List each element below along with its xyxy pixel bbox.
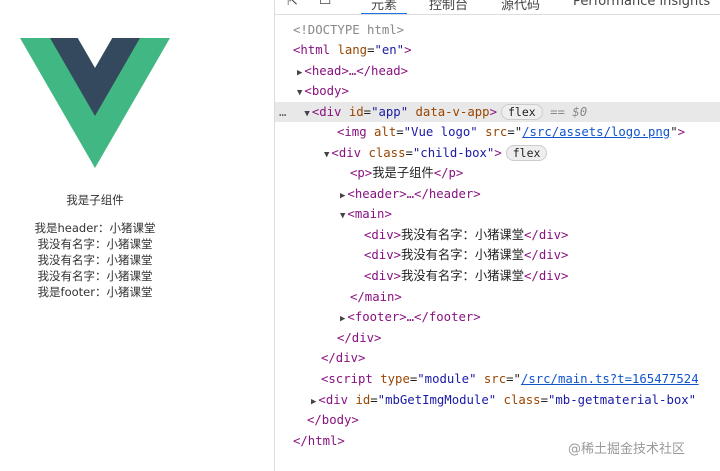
vue-logo: [20, 38, 170, 168]
devtools-panel: ⇱ ▭ 元素 控制台 源代码 Performance insights <!DO…: [275, 0, 720, 471]
tag: <div>: [364, 248, 402, 262]
tag: <main>: [347, 207, 392, 221]
expand-triangle-icon[interactable]: ▶: [297, 68, 302, 78]
main-item: 我没有名字：小猪课堂: [37, 269, 153, 283]
tag: <img: [337, 125, 367, 139]
text-node: 我没有名字：小猪课堂: [401, 269, 525, 283]
attr-value: "mbGetImgModule": [377, 393, 497, 407]
dom-node[interactable]: <div>我没有名字：小猪课堂</div>: [275, 266, 720, 286]
collapse-triangle-icon[interactable]: ▼: [340, 211, 345, 221]
attr-value: "app": [371, 105, 409, 119]
selection-marker: == $0: [550, 105, 588, 119]
collapse-triangle-icon[interactable]: ▼: [324, 150, 329, 160]
text-node: 我是子组件: [372, 166, 434, 180]
inspect-icon[interactable]: ⇱: [287, 0, 298, 9]
footer-text: 我是footer：小猪课堂: [37, 285, 153, 299]
dom-node[interactable]: <img alt="Vue logo" src="/src/assets/log…: [275, 122, 720, 142]
tag: <head>…</head>: [304, 64, 409, 78]
attr-value: "module": [417, 372, 477, 386]
tag: <div: [311, 105, 342, 119]
attr: id: [355, 393, 371, 407]
dom-node[interactable]: <div>我没有名字：小猪课堂</div>: [275, 245, 720, 265]
tag: </div>: [337, 331, 382, 345]
tag: <p>: [350, 166, 373, 180]
main-item: 我没有名字：小猪课堂: [37, 237, 153, 251]
more-icon[interactable]: …: [279, 105, 286, 119]
device-toolbar-icon[interactable]: ▭: [319, 0, 331, 9]
dom-node[interactable]: <p>我是子组件</p>: [275, 163, 720, 183]
dom-node[interactable]: <div>我没有名字：小猪课堂</div>: [275, 225, 720, 245]
header-text: 我是header：小猪课堂: [34, 221, 156, 235]
tag: </div>: [524, 228, 569, 242]
dom-node[interactable]: ▶ <footer>…</footer>: [275, 307, 720, 327]
doctype: <!DOCTYPE html>: [293, 23, 405, 37]
attr-value: "en": [374, 43, 405, 57]
attr: id: [348, 105, 364, 119]
tag: </div>: [321, 351, 366, 365]
tag: <header>…</header>: [347, 187, 481, 201]
page-preview: 我是子组件 我是header：小猪课堂 我没有名字：小猪课堂 我没有名字：小猪课…: [0, 0, 275, 471]
src-link[interactable]: /src/assets/logo.png: [522, 125, 670, 139]
tag: <div: [318, 393, 349, 407]
tag: </p>: [433, 166, 464, 180]
expand-triangle-icon[interactable]: ▶: [340, 191, 345, 201]
attr-value: "mb-getmaterial-box": [547, 393, 697, 407]
tag: <script: [321, 372, 373, 386]
dom-node[interactable]: </div>: [275, 328, 720, 348]
attr: src: [483, 372, 507, 386]
watermark: @稀土掘金技术社区: [568, 442, 686, 457]
text-node: 我没有名字：小猪课堂: [401, 248, 525, 262]
tag: </body>: [307, 413, 359, 427]
dom-node-selected[interactable]: … ▼ <div id="app" data-v-app> flex == $0: [275, 102, 720, 122]
attr: class: [503, 393, 541, 407]
tab-console[interactable]: 控制台: [429, 0, 468, 13]
tag: </main>: [350, 290, 402, 304]
attr-value: "child-box": [412, 146, 495, 160]
dom-node[interactable]: ▼ <body>: [275, 81, 720, 101]
tag: <div>: [364, 228, 402, 242]
attr: alt: [374, 125, 397, 139]
dom-node[interactable]: ▶ <div id="mbGetImgModule" class="mb-getm…: [275, 390, 720, 410]
tab-performance-insights[interactable]: Performance insights: [573, 0, 710, 9]
dom-node[interactable]: </div>: [275, 348, 720, 368]
dom-node[interactable]: ▼ <main>: [275, 204, 720, 224]
dom-node[interactable]: <!DOCTYPE html>: [275, 20, 720, 40]
dom-node[interactable]: <html lang="en">: [275, 40, 720, 60]
dom-node[interactable]: ▶ <header>…</header>: [275, 184, 720, 204]
attr: type: [380, 372, 410, 386]
main-item: 我没有名字：小猪课堂: [37, 253, 153, 267]
tag: </html>: [293, 434, 345, 448]
tag: <div>: [364, 269, 402, 283]
dom-node[interactable]: </body>: [275, 410, 720, 430]
flex-badge[interactable]: flex: [500, 104, 543, 120]
collapse-triangle-icon[interactable]: ▼: [304, 109, 309, 119]
tab-sources[interactable]: 源代码: [501, 0, 540, 13]
src-link[interactable]: /src/main.ts?t=165477524: [521, 372, 699, 386]
collapse-triangle-icon[interactable]: ▼: [297, 88, 302, 98]
attr: lang: [337, 43, 368, 57]
dom-node[interactable]: ▶ <head>…</head>: [275, 61, 720, 81]
tag: <body>: [304, 84, 349, 98]
dom-node[interactable]: <script type="module" src="/src/main.ts?…: [275, 369, 720, 389]
attr-value: "Vue logo": [403, 125, 478, 139]
attr: data-v-app: [415, 105, 490, 119]
tag: </div>: [524, 269, 569, 283]
dom-node[interactable]: ▼ <div class="child-box"> flex: [275, 143, 720, 163]
tag: </div>: [524, 248, 569, 262]
expand-triangle-icon[interactable]: ▶: [311, 397, 316, 407]
tag: <html: [293, 43, 331, 57]
attr: class: [368, 146, 406, 160]
tab-elements[interactable]: 元素: [361, 0, 408, 14]
dom-node[interactable]: </main>: [275, 287, 720, 307]
tag: <footer>…</footer>: [347, 310, 481, 324]
attr: src: [485, 125, 508, 139]
child-title: 我是子组件: [66, 193, 124, 207]
flex-badge[interactable]: flex: [505, 145, 548, 161]
tag: <div: [331, 146, 362, 160]
expand-triangle-icon[interactable]: ▶: [340, 314, 345, 324]
text-node: 我没有名字：小猪课堂: [401, 228, 525, 242]
devtools-tabs: ⇱ ▭ 元素 控制台 源代码 Performance insights: [275, 0, 720, 15]
